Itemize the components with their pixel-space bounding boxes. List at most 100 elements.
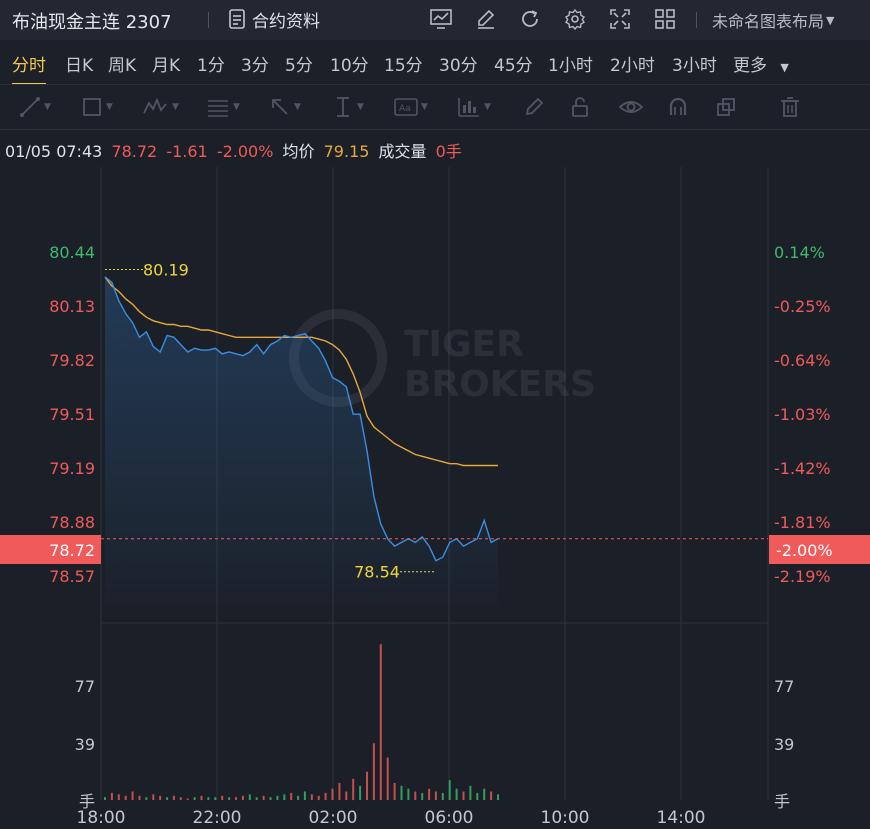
volume-bars (104, 644, 499, 801)
layout-dropdown[interactable]: 未命名图表布局 ▼ (712, 8, 834, 32)
text-tool-icon[interactable]: Aa ▼ (393, 93, 428, 121)
high-marker: 80.19 (105, 261, 189, 280)
svg-text:Aa: Aa (399, 104, 411, 114)
lock-icon[interactable] (568, 93, 592, 121)
volume-label: 成交量 (378, 142, 427, 161)
period-tab-30min[interactable]: 30分 (439, 51, 478, 76)
chart-settings-icon[interactable] (428, 6, 454, 32)
period-tab-week[interactable]: 周K (108, 51, 136, 76)
eye-icon[interactable] (618, 93, 644, 121)
volume-bar (441, 792, 444, 800)
volume-bar (393, 783, 396, 800)
volume-bar (283, 794, 286, 800)
volume-bar (331, 788, 334, 800)
volume-bar (303, 791, 306, 800)
time-tick-label: 10:00 (541, 808, 590, 828)
refresh-icon[interactable] (517, 6, 543, 32)
left-price-label: 80.44 (49, 243, 95, 262)
watermark-line2: BROKERS (404, 364, 596, 405)
volume-bar (255, 797, 258, 800)
period-tab-45min[interactable]: 45分 (494, 51, 533, 76)
arrow-tool-icon[interactable]: ▼ (268, 93, 301, 121)
volume-bar (476, 792, 479, 800)
volume-axis-label-left: 77 (75, 677, 95, 696)
volume-bar (297, 795, 300, 801)
volume-bar (152, 794, 155, 800)
volume-unit-right: 手 (774, 792, 790, 811)
volume-bar (455, 788, 458, 800)
volume-bar (179, 797, 182, 800)
edit-icon[interactable] (473, 6, 499, 32)
measure-tool-icon[interactable]: ▼ (331, 93, 364, 121)
volume-bar (366, 771, 368, 800)
grid-layout-icon[interactable] (652, 6, 678, 32)
intraday-chart[interactable]: TIGER BROKERS 80.19 78.54 80.44 80.13 79… (0, 160, 870, 829)
avg-price-label: 均价 (282, 142, 315, 161)
right-pct-label: -1.81% (774, 513, 831, 532)
period-tab-more[interactable]: 更多 ▼ (733, 51, 789, 76)
left-price-label: 79.82 (49, 351, 95, 370)
current-price-tag: 78.72 (0, 535, 101, 564)
caret-down-icon: ▼ (780, 61, 789, 74)
period-tab-3min[interactable]: 3分 (241, 51, 269, 76)
left-price-label: 79.19 (49, 459, 95, 478)
volume-bar (462, 791, 465, 800)
period-tab-1hour[interactable]: 1小时 (548, 51, 593, 76)
right-pct-label: -1.03% (774, 405, 831, 424)
period-tab-5min[interactable]: 5分 (285, 51, 313, 76)
right-pct-label: -0.64% (774, 351, 831, 370)
left-price-label: 80.13 (49, 297, 95, 316)
volume-axis: 77 39 手 77 39 手 (75, 677, 795, 811)
drawing-toolbar: ▼ ▼ ▼ ▼ ▼ ▼ Aa ▼ ▼ (0, 84, 870, 130)
right-pct-label: -0.25% (774, 297, 831, 316)
contract-info-button[interactable]: 合约资料 (228, 6, 320, 32)
period-tab-day[interactable]: 日K (65, 51, 93, 76)
document-icon (229, 9, 245, 29)
rectangle-tool-icon[interactable]: ▼ (80, 93, 113, 121)
volume-bar (117, 794, 120, 800)
volume-bar (421, 792, 424, 800)
volume-axis-label-right: 39 (774, 735, 794, 754)
volume-bar (207, 797, 210, 800)
right-pct-label: 0.14% (774, 243, 825, 262)
volume-bar (269, 797, 272, 800)
period-tab-15min[interactable]: 15分 (384, 51, 423, 76)
volume-bar (372, 743, 375, 800)
indicator-tool-icon[interactable]: ▼ (456, 93, 491, 121)
volume-bar (324, 792, 327, 800)
quote-price: 78.72 (111, 142, 158, 161)
volume-bar (359, 785, 362, 800)
line-tool-icon[interactable]: ▼ (18, 93, 51, 121)
volume-bar (138, 795, 141, 801)
period-tab-3hour[interactable]: 3小时 (672, 51, 717, 76)
period-tabs: 分时 日K 周K 月K 1分 3分 5分 10分 15分 30分 45分 1小时… (0, 40, 870, 85)
period-tab-month[interactable]: 月K (152, 51, 180, 76)
magnet-icon[interactable] (666, 93, 690, 121)
quote-datetime: 01/05 07:43 (5, 142, 103, 161)
wave-tool-icon[interactable]: ▼ (142, 93, 179, 121)
quote-info-bar: 01/05 07:43 78.72 -1.61 -2.00% 均价 79.15 … (5, 138, 466, 162)
top-toolbar: 布油现金主连 2307 合约资料 未命名图表布局 ▼ (0, 0, 870, 41)
left-price-label: 79.51 (49, 405, 95, 424)
toolbar-divider (208, 12, 209, 28)
fullscreen-icon[interactable] (607, 6, 633, 32)
period-tab-10min[interactable]: 10分 (330, 51, 369, 76)
volume-bar (483, 788, 486, 800)
layout-name: 未命名图表布局 (712, 12, 825, 31)
instrument-title[interactable]: 布油现金主连 2307 (12, 8, 172, 34)
current-pct-tag-text: -2.00% (776, 541, 833, 560)
volume-bar (262, 795, 265, 801)
volume-value: 0手 (435, 142, 462, 161)
left-price-label: 78.88 (49, 513, 95, 532)
period-tab-2hour[interactable]: 2小时 (610, 51, 655, 76)
pencil-icon[interactable] (522, 93, 546, 121)
trash-icon[interactable] (778, 93, 802, 121)
fibonacci-tool-icon[interactable]: ▼ (205, 93, 240, 121)
volume-bar (248, 794, 251, 800)
layers-icon[interactable] (714, 93, 738, 121)
volume-bar (469, 785, 472, 800)
volume-bar (214, 797, 217, 800)
period-tab-timeshare[interactable]: 分时 (12, 51, 46, 85)
gear-icon[interactable] (562, 6, 588, 32)
period-tab-1min[interactable]: 1分 (197, 51, 225, 76)
